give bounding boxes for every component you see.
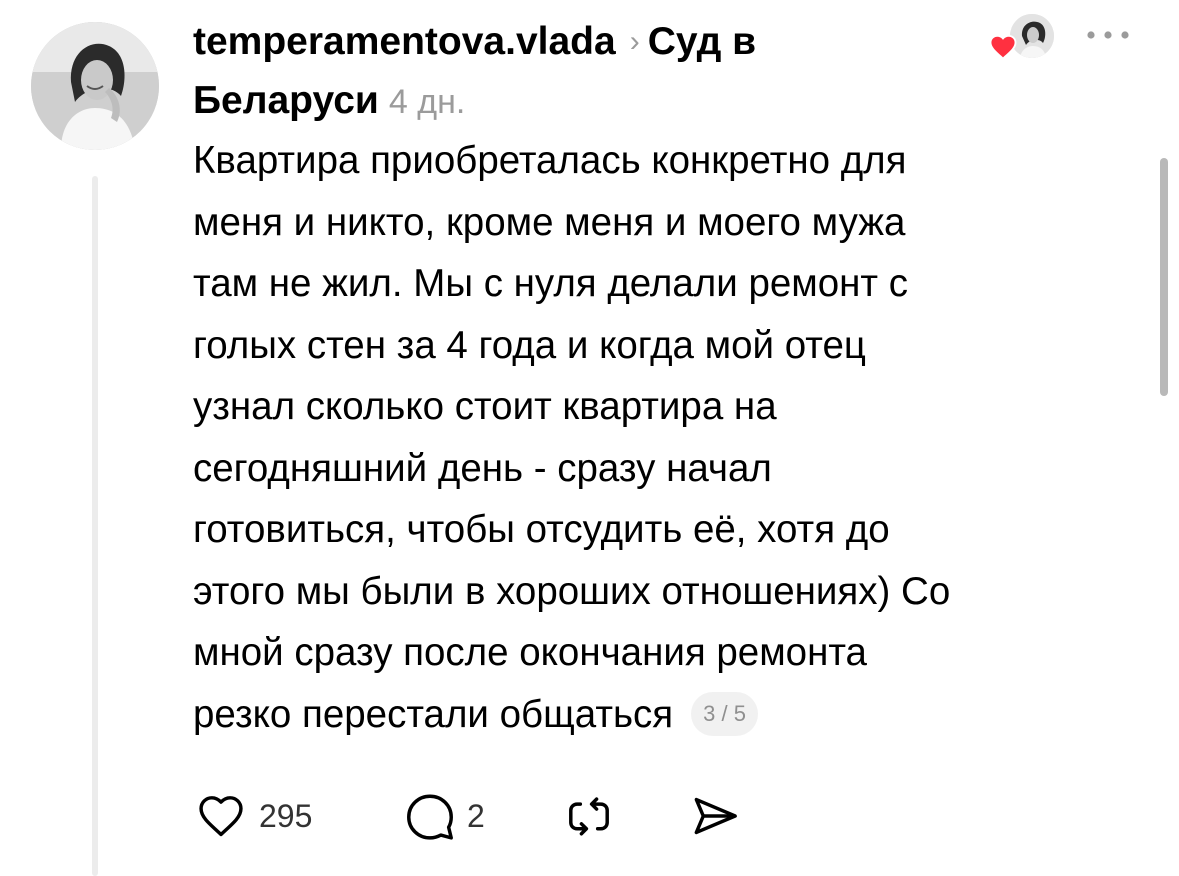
username[interactable]: temperamentova.vlada [193, 20, 616, 63]
share-icon [694, 797, 737, 835]
more-icon[interactable] [1083, 20, 1133, 50]
post-body: Квартира приобреталась конкретно для мен… [193, 139, 951, 736]
heart-outline-icon [199, 796, 243, 837]
reply-count: 2 [467, 797, 485, 834]
thread-line [92, 176, 98, 876]
avatar-photo [31, 22, 159, 150]
repost-button[interactable] [561, 788, 617, 844]
like-button[interactable]: 295 [193, 788, 312, 844]
page-indicator: 3 / 5 [691, 691, 758, 736]
chevron-right-icon: › [629, 25, 640, 58]
share-button[interactable] [687, 788, 743, 844]
post-header: temperamentova.vlada › Суд в Беларуси 4 дн. [193, 14, 973, 130]
reply-button[interactable]: 2 [403, 788, 485, 844]
reaction-indicator[interactable] [988, 10, 1060, 66]
repost-icon [569, 797, 609, 836]
scrollbar[interactable] [1160, 158, 1168, 396]
avatar[interactable] [31, 22, 159, 150]
heart-icon [989, 34, 1017, 60]
like-count: 295 [259, 797, 313, 834]
post-text: Квартира приобреталась конкретно для мен… [193, 130, 1093, 745]
comment-icon [407, 794, 453, 840]
post-time: 4 дн. [388, 83, 466, 121]
